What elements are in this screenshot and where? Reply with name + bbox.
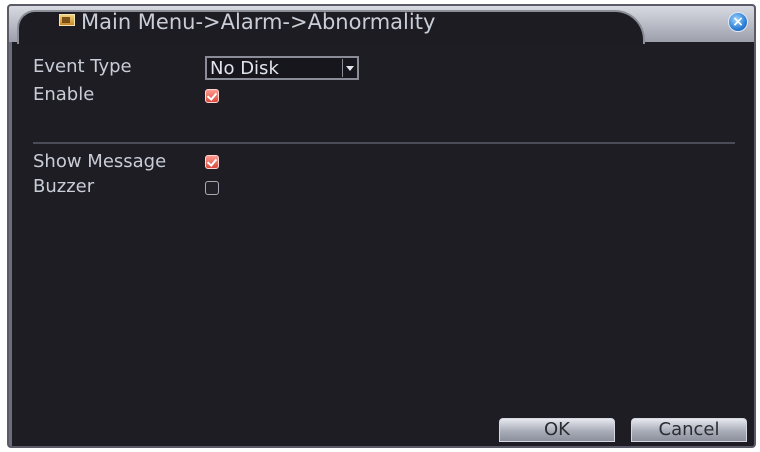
title-bar: Main Menu->Alarm->Abnormality × — [9, 6, 754, 44]
abnormality-dialog: Main Menu->Alarm->Abnormality × Event Ty… — [7, 4, 756, 448]
section-divider — [33, 142, 735, 144]
event-type-label: Event Type — [33, 56, 132, 77]
close-button[interactable]: × — [728, 12, 748, 32]
event-type-value: No Disk — [210, 58, 279, 79]
event-type-select[interactable]: No Disk — [205, 56, 359, 80]
buzzer-label: Buzzer — [33, 176, 95, 197]
show-message-label: Show Message — [33, 151, 167, 172]
show-message-checkbox[interactable] — [205, 155, 219, 169]
window-left-edge — [9, 42, 12, 446]
menu-icon — [59, 14, 75, 26]
window-title: Main Menu->Alarm->Abnormality — [81, 10, 436, 34]
cancel-button[interactable]: Cancel — [631, 418, 747, 442]
buzzer-checkbox[interactable] — [205, 181, 219, 195]
enable-checkbox[interactable] — [205, 89, 219, 103]
chevron-down-icon[interactable] — [342, 59, 356, 77]
enable-label: Enable — [33, 84, 95, 105]
ok-button[interactable]: OK — [499, 418, 615, 442]
